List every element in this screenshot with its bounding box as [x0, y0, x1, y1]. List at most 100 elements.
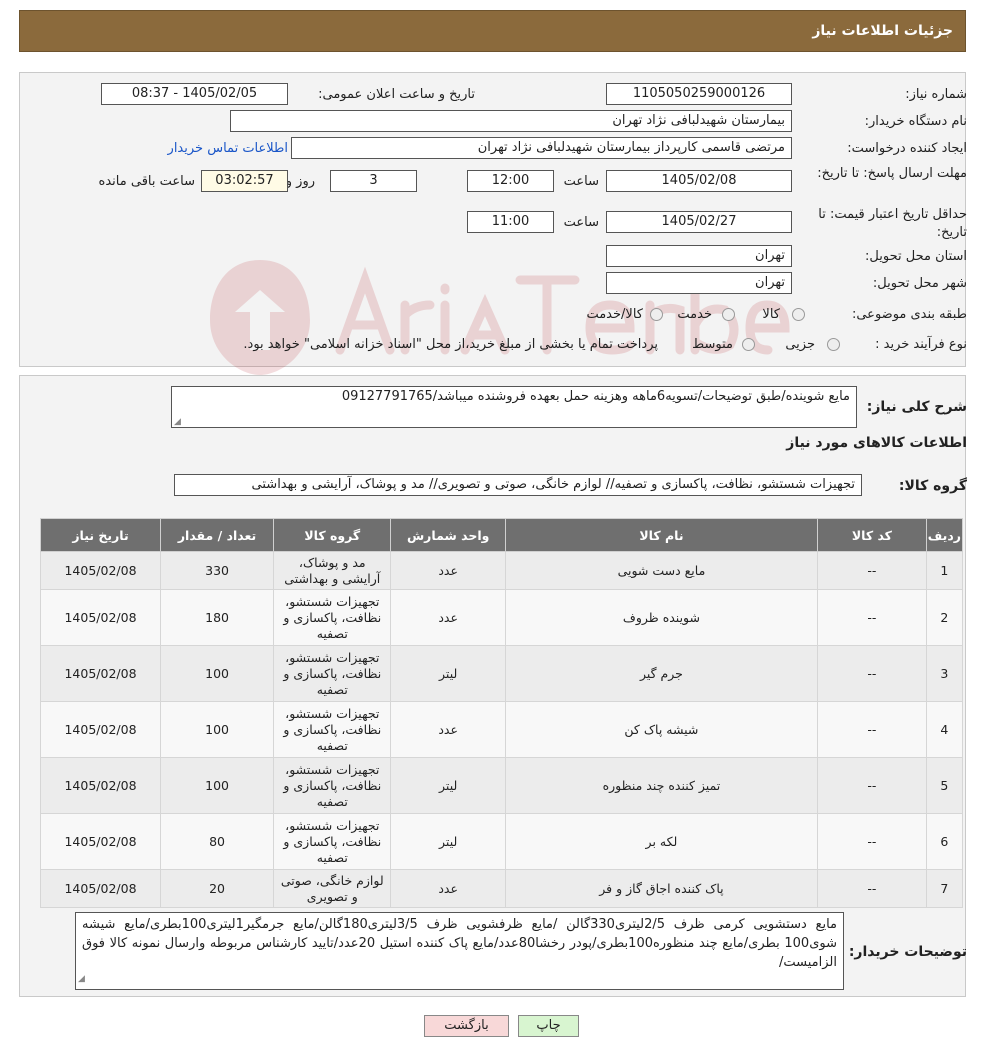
days-field: 3: [330, 170, 417, 192]
cell-group: تجهیزات شستشو، نظافت، پاکسازی و تصفیه: [273, 645, 392, 702]
buyer-contact-link[interactable]: اطلاعات تماس خریدار: [168, 141, 288, 156]
cell-name: شیشه پاک کن: [504, 701, 819, 758]
cell-row: 5: [925, 757, 964, 814]
cell-code: --: [817, 869, 927, 908]
cell-name: شوینده ظروف: [504, 589, 819, 646]
cell-unit: لیتر: [390, 813, 506, 870]
category-label: طبقه بندی موضوعی:: [851, 307, 967, 322]
validity-date-field: 1405/02/27: [606, 211, 792, 233]
announce-date-field: 1405/02/05 - 08:37: [101, 83, 288, 105]
table-row: 4 -- شیشه پاک کن عدد تجهیزات شستشو، نظاف…: [39, 701, 964, 758]
process-type-label: نوع فرآیند خرید :: [875, 337, 967, 352]
validity-time-field: 11:00: [467, 211, 554, 233]
need-summary-text: مایع شوینده/طبق توضیحات/تسویه6ماهه وهزین…: [341, 389, 850, 404]
category-option-service: خدمت: [677, 307, 712, 322]
goods-table-header: ردیف کد کالا نام کالا واحد شمارش گروه کا…: [39, 518, 964, 552]
remaining-time-field: 03:02:57: [201, 170, 288, 192]
cell-group: مد و پوشاک، آرایشی و بهداشتی: [273, 551, 392, 590]
validity-time-label: ساعت: [563, 215, 599, 230]
cell-row: 2: [925, 589, 964, 646]
cell-qty: 180: [160, 589, 275, 646]
col-unit: واحد شمارش: [390, 518, 506, 552]
cell-date: 1405/02/08: [39, 757, 162, 814]
process-payment-note: پرداخت تمام یا بخشی از مبلغ خرید،از محل …: [243, 337, 658, 352]
reply-time-field: 12:00: [467, 170, 554, 192]
col-group: گروه کالا: [273, 518, 392, 552]
category-radio-goods[interactable]: [792, 308, 805, 321]
cell-row: 6: [925, 813, 964, 870]
category-radio-goods-service[interactable]: [650, 308, 663, 321]
cell-date: 1405/02/08: [39, 813, 162, 870]
cell-date: 1405/02/08: [39, 551, 162, 590]
table-row: 2 -- شوینده ظروف عدد تجهیزات شستشو، نظاف…: [39, 589, 964, 646]
buyer-org-label: نام دستگاه خریدار:: [864, 114, 967, 129]
goods-info-title: اطلاعات کالاهای مورد نیاز: [786, 435, 967, 451]
cell-unit: عدد: [390, 551, 506, 590]
cell-date: 1405/02/08: [39, 645, 162, 702]
back-button[interactable]: بازگشت: [424, 1015, 509, 1037]
col-row: ردیف: [925, 518, 964, 552]
cell-qty: 100: [160, 757, 275, 814]
cell-unit: لیتر: [390, 645, 506, 702]
process-radio-medium[interactable]: [742, 338, 755, 351]
process-option-medium: متوسط: [692, 337, 733, 352]
province-label: استان محل تحویل:: [865, 249, 967, 264]
cell-qty: 100: [160, 701, 275, 758]
resize-handle-icon[interactable]: ◢: [174, 417, 181, 427]
buyer-notes-text: مایع دستشویی کرمی ظرف 2/5لیتری330گالن /م…: [82, 917, 837, 970]
buyer-org-field: بیمارستان شهیدلبافی نژاد تهران: [230, 110, 792, 132]
process-option-minor: جزیی: [785, 337, 815, 352]
cell-qty: 80: [160, 813, 275, 870]
cell-unit: عدد: [390, 589, 506, 646]
need-summary-label: شرح کلی نیاز:: [866, 399, 967, 415]
goods-group-field: تجهیزات شستشو، نظافت، پاکسازی و تصفیه// …: [174, 474, 862, 496]
need-summary-field: مایع شوینده/طبق توضیحات/تسویه6ماهه وهزین…: [171, 386, 857, 428]
category-option-goods: کالا: [762, 307, 780, 322]
cell-row: 4: [925, 701, 964, 758]
province-field: تهران: [606, 245, 792, 267]
cell-unit: عدد: [390, 701, 506, 758]
table-row: 3 -- جرم گیر لیتر تجهیزات شستشو، نظافت، …: [39, 645, 964, 702]
remaining-time-label: ساعت باقی مانده: [98, 174, 195, 189]
cell-qty: 100: [160, 645, 275, 702]
cell-unit: عدد: [390, 869, 506, 908]
cell-name: پاک کننده اجاق گاز و فر: [504, 869, 819, 908]
cell-code: --: [817, 645, 927, 702]
cell-group: لوازم خانگی، صوتی و تصویری: [273, 869, 392, 908]
announce-date-label: تاریخ و ساعت اعلان عمومی:: [318, 87, 475, 102]
cell-date: 1405/02/08: [39, 701, 162, 758]
buyer-notes-label: توضیحات خریدار:: [848, 944, 967, 960]
cell-name: تمیز کننده چند منظوره: [504, 757, 819, 814]
table-row: 5 -- تمیز کننده چند منظوره لیتر تجهیزات …: [39, 757, 964, 814]
cell-group: تجهیزات شستشو، نظافت، پاکسازی و تصفیه: [273, 757, 392, 814]
cell-code: --: [817, 757, 927, 814]
cell-group: تجهیزات شستشو، نظافت، پاکسازی و تصفیه: [273, 813, 392, 870]
cell-row: 3: [925, 645, 964, 702]
table-row: 7 -- پاک کننده اجاق گاز و فر عدد لوازم خ…: [39, 869, 964, 908]
category-radio-service[interactable]: [722, 308, 735, 321]
cell-group: تجهیزات شستشو، نظافت، پاکسازی و تصفیه: [273, 701, 392, 758]
city-label: شهر محل تحویل:: [872, 276, 967, 291]
cell-name: جرم گیر: [504, 645, 819, 702]
cell-name: لکه بر: [504, 813, 819, 870]
cell-unit: لیتر: [390, 757, 506, 814]
goods-group-label: گروه کالا:: [898, 478, 967, 494]
creator-field: مرتضی قاسمی کارپرداز بیمارستان شهیدلبافی…: [291, 137, 792, 159]
col-name: نام کالا: [504, 518, 819, 552]
reply-date-field: 1405/02/08: [606, 170, 792, 192]
print-button[interactable]: چاپ: [518, 1015, 579, 1037]
reply-time-label: ساعت: [563, 174, 599, 189]
reply-deadline-label: مهلت ارسال پاسخ: تا تاریخ:: [817, 166, 967, 181]
cell-name: مایع دست شویی: [504, 551, 819, 590]
cell-qty: 330: [160, 551, 275, 590]
col-date: تاریخ نیاز: [39, 518, 162, 552]
col-code: کد کالا: [817, 518, 927, 552]
cell-code: --: [817, 813, 927, 870]
resize-handle-icon[interactable]: ◢: [78, 970, 85, 989]
table-row: 1 -- مایع دست شویی عدد مد و پوشاک، آرایش…: [39, 551, 964, 590]
process-radio-minor[interactable]: [827, 338, 840, 351]
goods-table: ردیف کد کالا نام کالا واحد شمارش گروه کا…: [39, 518, 964, 908]
cell-date: 1405/02/08: [39, 869, 162, 908]
cell-row: 1: [925, 551, 964, 590]
validity-label: حداقل تاریخ اعتبار قیمت: تا تاریخ:: [818, 207, 967, 240]
